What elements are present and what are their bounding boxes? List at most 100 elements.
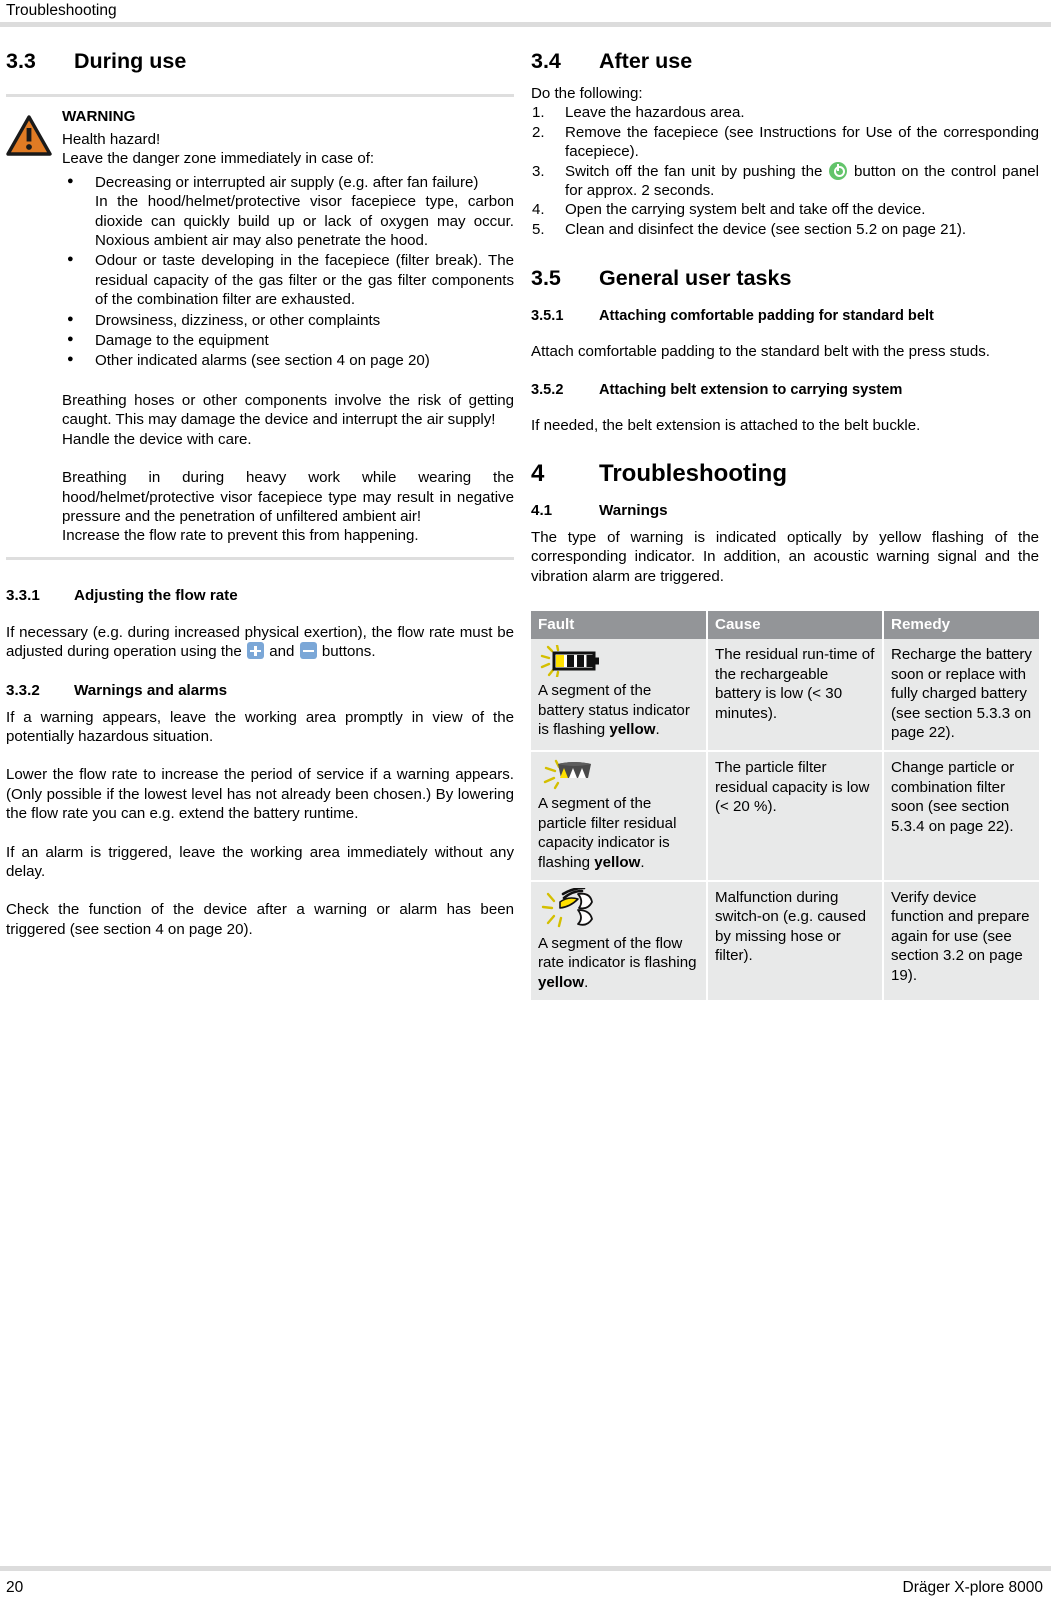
list-item: Odour or taste developing in the facepie…: [62, 250, 514, 309]
remedy-text: Verify device function and prepare again…: [891, 888, 1030, 984]
heading-3-4-title: After use: [599, 49, 693, 73]
particle-filter-flashing-icon: [538, 758, 699, 792]
cell-remedy: Change particle or combination filter so…: [883, 751, 1039, 882]
cell-cause: Malfunction during switch-on (e.g. cause…: [707, 880, 884, 1001]
list-item: Remove the facepiece (see Instructions f…: [531, 123, 1039, 162]
fault-text-bold: yellow: [594, 853, 641, 871]
paragraph-4-1: The type of warning is indicated optical…: [531, 529, 1039, 585]
cell-fault: A segment of the battery status indicato…: [531, 639, 708, 753]
warning-paragraph-2b: Increase the flow rate to prevent this f…: [62, 527, 419, 545]
list-item: Decreasing or interrupted air supply (e.…: [62, 172, 514, 251]
heading-3-4: 3.4 After use: [531, 48, 1039, 74]
fault-text-end: .: [640, 853, 645, 871]
table-row: A segment of the flow rate indicator is …: [531, 880, 1039, 1001]
cell-fault: A segment of the particle filter residua…: [531, 751, 708, 882]
left-column: 3.3 During use WARNING Health hazard! Le…: [6, 48, 514, 939]
bullet-text: Odour or taste developing in the facepie…: [95, 252, 514, 309]
list-item: Leave the hazardous area.: [531, 103, 1039, 123]
bullet-text: Damage to the equipment: [95, 332, 269, 350]
heading-4-1: 4.1 Warnings: [531, 501, 1039, 521]
step-text: Open the carrying system belt and take o…: [565, 201, 926, 219]
paragraph-warnings-4: Check the function of the device after a…: [6, 901, 514, 938]
cause-text: Malfunction during switch-on (e.g. cause…: [715, 888, 867, 965]
remedy-text: Change particle or combination filter so…: [891, 759, 1015, 835]
warning-bullet-list: Decreasing or interrupted air supply (e.…: [62, 172, 514, 371]
after-use-intro: Do the following:: [531, 85, 643, 102]
heading-4-1-number: 4.1: [531, 502, 553, 520]
power-button-icon[interactable]: [829, 161, 848, 180]
heading-3-5-2-title: Attaching belt extension to carrying sys…: [599, 381, 903, 398]
warning-box: WARNING Health hazard! Leave the danger …: [6, 107, 514, 546]
heading-4-title: Troubleshooting: [599, 460, 787, 488]
heading-3-5-title: General user tasks: [599, 266, 792, 291]
minus-button-icon[interactable]: [299, 642, 317, 660]
list-item: Damage to the equipment: [62, 330, 514, 350]
step-text: Leave the hazardous area.: [565, 104, 745, 122]
list-item: Clean and disinfect the device (see sect…: [531, 220, 1039, 240]
document-page: Troubleshooting 3.3 During use WARNING H…: [0, 0, 1051, 1611]
footer-rule: [0, 1566, 1051, 1571]
paragraph-warnings-3: If an alarm is triggered, leave the work…: [6, 843, 514, 880]
flow-rate-flashing-icon: [538, 886, 699, 932]
heading-3-3-title: During use: [74, 49, 187, 73]
remedy-text: Recharge the battery soon or replace wit…: [891, 646, 1032, 741]
paragraph-warnings-2: Lower the flow rate to increase the peri…: [6, 766, 514, 823]
table-row: A segment of the particle filter residua…: [531, 751, 1039, 882]
heading-3-3-2-number: 3.3.2: [6, 681, 40, 699]
paragraph-3-5-2: If needed, the belt extension is attache…: [531, 416, 921, 434]
footer-page-number: 20: [6, 1579, 24, 1596]
heading-4-number: 4: [531, 460, 545, 488]
warning-lead-1: Health hazard!: [62, 131, 161, 148]
bullet-text: Drowsiness, dizziness, or other complain…: [95, 311, 381, 329]
heading-3-3-2: 3.3.2 Warnings and alarms: [6, 681, 514, 701]
warning-text-block: WARNING Health hazard! Leave the danger …: [62, 107, 514, 546]
warning-label: WARNING: [62, 108, 136, 125]
bullet-text: Decreasing or interrupted air supply (e.…: [95, 173, 479, 191]
step-text-before: Switch off the fan unit by pushing the: [565, 162, 823, 180]
column-header-remedy: Remedy: [883, 611, 1039, 640]
paragraph-3-5-1: Attach comfortable padding to the standa…: [531, 343, 990, 361]
table-row: A segment of the battery status indicato…: [531, 639, 1039, 753]
warning-top-rule: [6, 94, 514, 97]
bullet-text: Other indicated alarms (see section 4 on…: [95, 352, 430, 370]
step-text: Clean and disinfect the device (see sect…: [565, 220, 967, 238]
cause-text: The particle filter residual capacity is…: [715, 759, 870, 816]
heading-3-5-2-number: 3.5.2: [531, 381, 564, 398]
heading-3-3-number: 3.3: [6, 49, 36, 73]
heading-3-3-2-title: Warnings and alarms: [74, 681, 228, 699]
list-item: Open the carrying system belt and take o…: [531, 200, 1039, 220]
heading-3-3: 3.3 During use: [6, 48, 514, 74]
warning-paragraph-1b: Handle the device with care.: [62, 430, 252, 448]
fault-table: Fault Cause Remedy A segment of the batt…: [531, 611, 1039, 1001]
fault-text-bold: yellow: [538, 973, 585, 991]
fault-text-end: .: [584, 973, 589, 991]
list-item: Drowsiness, dizziness, or other complain…: [62, 310, 514, 330]
cause-text: The residual run-time of the rechargeabl…: [715, 646, 875, 722]
cell-remedy: Verify device function and prepare again…: [883, 880, 1039, 1001]
list-item: Other indicated alarms (see section 4 on…: [62, 350, 514, 370]
right-column: 3.4 After use Do the following: Leave th…: [531, 48, 1039, 1001]
header-rule: [0, 22, 1051, 27]
warning-triangle-icon: [6, 107, 62, 161]
column-header-cause: Cause: [707, 611, 884, 640]
fault-text-bold: yellow: [609, 721, 656, 739]
running-head: Troubleshooting: [6, 2, 117, 19]
flow-text-after: buttons.: [321, 643, 376, 661]
heading-3-5-1-number: 3.5.1: [531, 308, 564, 325]
cell-cause: The residual run-time of the rechargeabl…: [707, 639, 884, 753]
fault-text-end: .: [655, 721, 660, 739]
heading-4-1-title: Warnings: [599, 502, 668, 520]
warning-paragraph-2: Breathing in during heavy work while wea…: [62, 469, 514, 525]
plus-button-icon[interactable]: [247, 642, 265, 660]
heading-3-5: 3.5 General user tasks: [531, 265, 1039, 291]
flow-text-middle: and: [269, 643, 295, 661]
cell-cause: The particle filter residual capacity is…: [707, 751, 884, 882]
after-use-steps: Leave the hazardous area. Remove the fac…: [531, 103, 1039, 239]
battery-status-flashing-icon: [538, 644, 699, 679]
heading-3-3-1-number: 3.3.1: [6, 586, 40, 604]
warning-paragraph-1: Breathing hoses or other components invo…: [62, 391, 514, 429]
heading-3-3-1: 3.3.1 Adjusting the flow rate: [6, 586, 514, 606]
heading-3-3-1-title: Adjusting the flow rate: [74, 586, 238, 604]
paragraph-warnings-1: If a warning appears, leave the working …: [6, 708, 514, 745]
cell-fault: A segment of the flow rate indicator is …: [531, 880, 708, 1001]
